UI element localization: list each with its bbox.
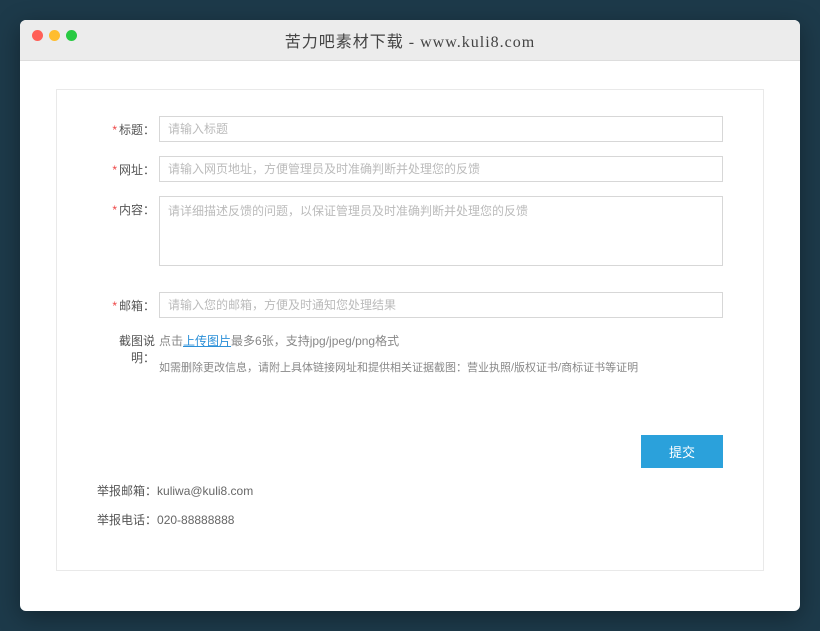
- form-panel: *标题： *网址： *内容： *邮箱： 截图说明： 点击上传图片: [56, 89, 764, 571]
- close-icon[interactable]: [32, 30, 43, 41]
- submit-button[interactable]: 提交: [641, 435, 723, 468]
- app-window: 苦力吧素材下载 - www.kuli8.com *标题： *网址： *内容： *…: [20, 20, 800, 611]
- maximize-icon[interactable]: [66, 30, 77, 41]
- window-title: 苦力吧素材下载 - www.kuli8.com: [32, 28, 788, 52]
- screenshot-label: 截图说明：: [97, 332, 159, 375]
- report-phone: 举报电话：020-88888888: [97, 511, 723, 528]
- content-area: *标题： *网址： *内容： *邮箱： 截图说明： 点击上传图片: [20, 61, 800, 611]
- email-input[interactable]: [159, 292, 723, 318]
- window-controls: [32, 30, 77, 41]
- delete-notice: 如需删除更改信息，请附上具体链接网址和提供相关证据截图：营业执照/版权证书/商标…: [159, 359, 723, 375]
- footer-info: 举报邮箱：kuliwa@kuli8.com 举报电话：020-88888888: [97, 482, 723, 528]
- email-label: *邮箱：: [97, 292, 159, 314]
- screenshot-row: 截图说明： 点击上传图片最多6张，支持jpg/jpeg/png格式 如需删除更改…: [97, 332, 723, 375]
- minimize-icon[interactable]: [49, 30, 60, 41]
- content-label: *内容：: [97, 196, 159, 218]
- title-input[interactable]: [159, 116, 723, 142]
- title-row: *标题：: [97, 116, 723, 142]
- submit-row: 提交: [97, 435, 723, 468]
- upload-link[interactable]: 上传图片: [183, 334, 231, 348]
- content-row: *内容：: [97, 196, 723, 266]
- upload-description: 点击上传图片最多6张，支持jpg/jpeg/png格式: [159, 332, 723, 349]
- content-textarea[interactable]: [159, 196, 723, 266]
- url-label: *网址：: [97, 156, 159, 178]
- email-row: *邮箱：: [97, 292, 723, 318]
- title-label: *标题：: [97, 116, 159, 138]
- titlebar: 苦力吧素材下载 - www.kuli8.com: [20, 20, 800, 61]
- url-row: *网址：: [97, 156, 723, 182]
- url-input[interactable]: [159, 156, 723, 182]
- report-email: 举报邮箱：kuliwa@kuli8.com: [97, 482, 723, 499]
